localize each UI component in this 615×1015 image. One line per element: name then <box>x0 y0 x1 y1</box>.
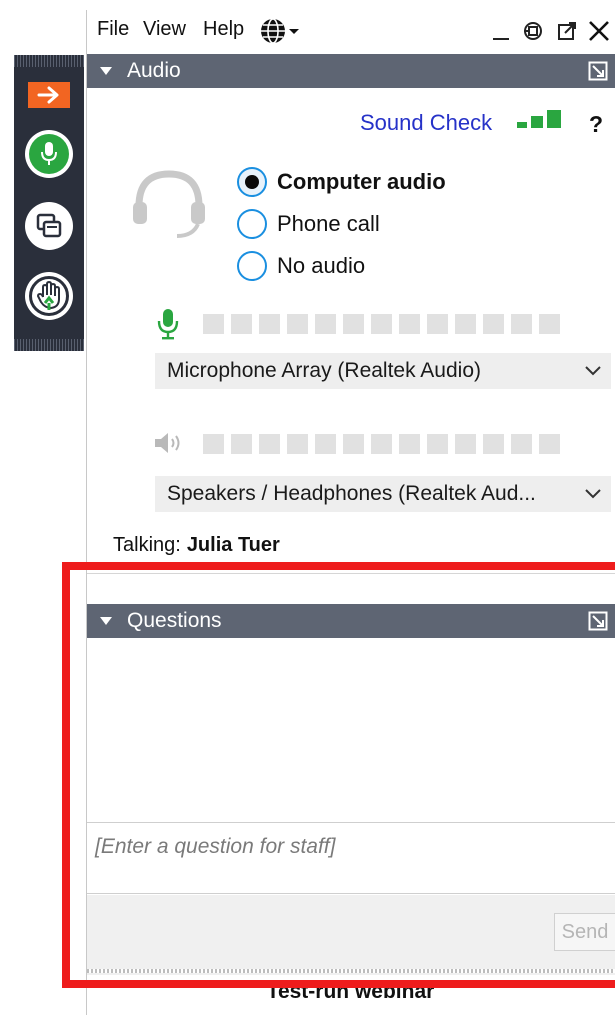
speaker-icon <box>155 433 180 453</box>
radio-label: No audio <box>277 253 366 278</box>
radio-button[interactable] <box>237 209 267 239</box>
radio-phone-call[interactable]: Phone call <box>237 207 380 241</box>
speaker-select[interactable]: Speakers / Headphones (Realtek Aud... <box>155 476 611 512</box>
minimize-icon <box>493 38 509 40</box>
microphone-icon <box>157 309 179 340</box>
collapse-arrow-icon[interactable] <box>28 82 70 108</box>
globe-icon <box>261 18 285 44</box>
speaker-select-value: Speakers / Headphones (Realtek Aud... <box>167 482 536 505</box>
questions-log[interactable] <box>87 638 615 821</box>
rail-grip-top[interactable] <box>14 55 84 67</box>
minimize-button[interactable] <box>487 14 515 48</box>
question-input-area <box>87 822 615 894</box>
radio-no-audio[interactable]: No audio <box>237 249 365 283</box>
collapse-triangle-icon <box>99 66 113 76</box>
webinar-title: Test-run webinar <box>266 980 435 1003</box>
raise-hand-icon <box>29 276 69 316</box>
microphone-select[interactable]: Microphone Array (Realtek Audio) <box>155 353 611 389</box>
popout-icon <box>558 22 576 40</box>
audio-panel-title: Audio <box>127 59 181 82</box>
resize-grip[interactable] <box>87 969 615 973</box>
headset-icon <box>133 170 205 238</box>
talking-name: Julia Tuer <box>186 534 280 556</box>
sound-check-link[interactable]: Sound Check <box>360 110 492 136</box>
language-menu[interactable] <box>259 16 309 46</box>
send-button[interactable]: Send <box>554 913 615 951</box>
control-panel-window: File View Help Audio Sound Check ? Compu… <box>86 10 615 1015</box>
talking-label: Talking: <box>113 534 181 556</box>
pin-button[interactable] <box>519 14 547 48</box>
pin-icon <box>524 22 542 40</box>
chevron-down-icon <box>575 488 611 500</box>
panel-separator <box>87 573 615 574</box>
signal-strength-icon <box>517 110 561 128</box>
audio-panel-header[interactable]: Audio <box>87 54 615 88</box>
microphone-icon <box>29 134 69 174</box>
microphone-select-value: Microphone Array (Realtek Audio) <box>167 359 481 382</box>
radio-computer-audio[interactable]: Computer audio <box>237 165 446 199</box>
menu-bar: File View Help <box>87 10 615 52</box>
close-icon <box>589 21 609 41</box>
help-button[interactable]: ? <box>589 111 603 138</box>
questions-panel-title: Questions <box>127 609 222 632</box>
screen-share-button[interactable] <box>25 202 73 250</box>
questions-toolbar: Send <box>87 895 615 975</box>
detach-panel-icon[interactable] <box>588 611 608 631</box>
questions-panel-header[interactable]: Questions <box>87 604 615 638</box>
talking-indicator: Talking: Julia Tuer <box>113 534 280 557</box>
microphone-button[interactable] <box>25 130 73 178</box>
close-button[interactable] <box>585 14 613 48</box>
menu-view[interactable]: View <box>143 18 186 41</box>
radio-button[interactable] <box>237 167 267 197</box>
control-rail <box>14 55 84 351</box>
detach-panel-icon[interactable] <box>588 61 608 81</box>
speaker-level-meter <box>203 434 560 454</box>
radio-label: Phone call <box>277 211 380 236</box>
question-input[interactable] <box>87 823 615 893</box>
collapse-triangle-icon <box>99 616 113 626</box>
raise-hand-button[interactable] <box>25 272 73 320</box>
chevron-down-icon <box>289 29 299 34</box>
popout-button[interactable] <box>553 14 581 48</box>
menu-help[interactable]: Help <box>203 18 244 41</box>
microphone-level-meter <box>203 314 560 334</box>
radio-label: Computer audio <box>277 169 446 194</box>
rail-grip-bottom[interactable] <box>14 339 84 351</box>
menu-file[interactable]: File <box>97 18 129 41</box>
radio-button[interactable] <box>237 251 267 281</box>
screen-share-icon <box>36 213 62 238</box>
chevron-down-icon <box>575 365 611 377</box>
